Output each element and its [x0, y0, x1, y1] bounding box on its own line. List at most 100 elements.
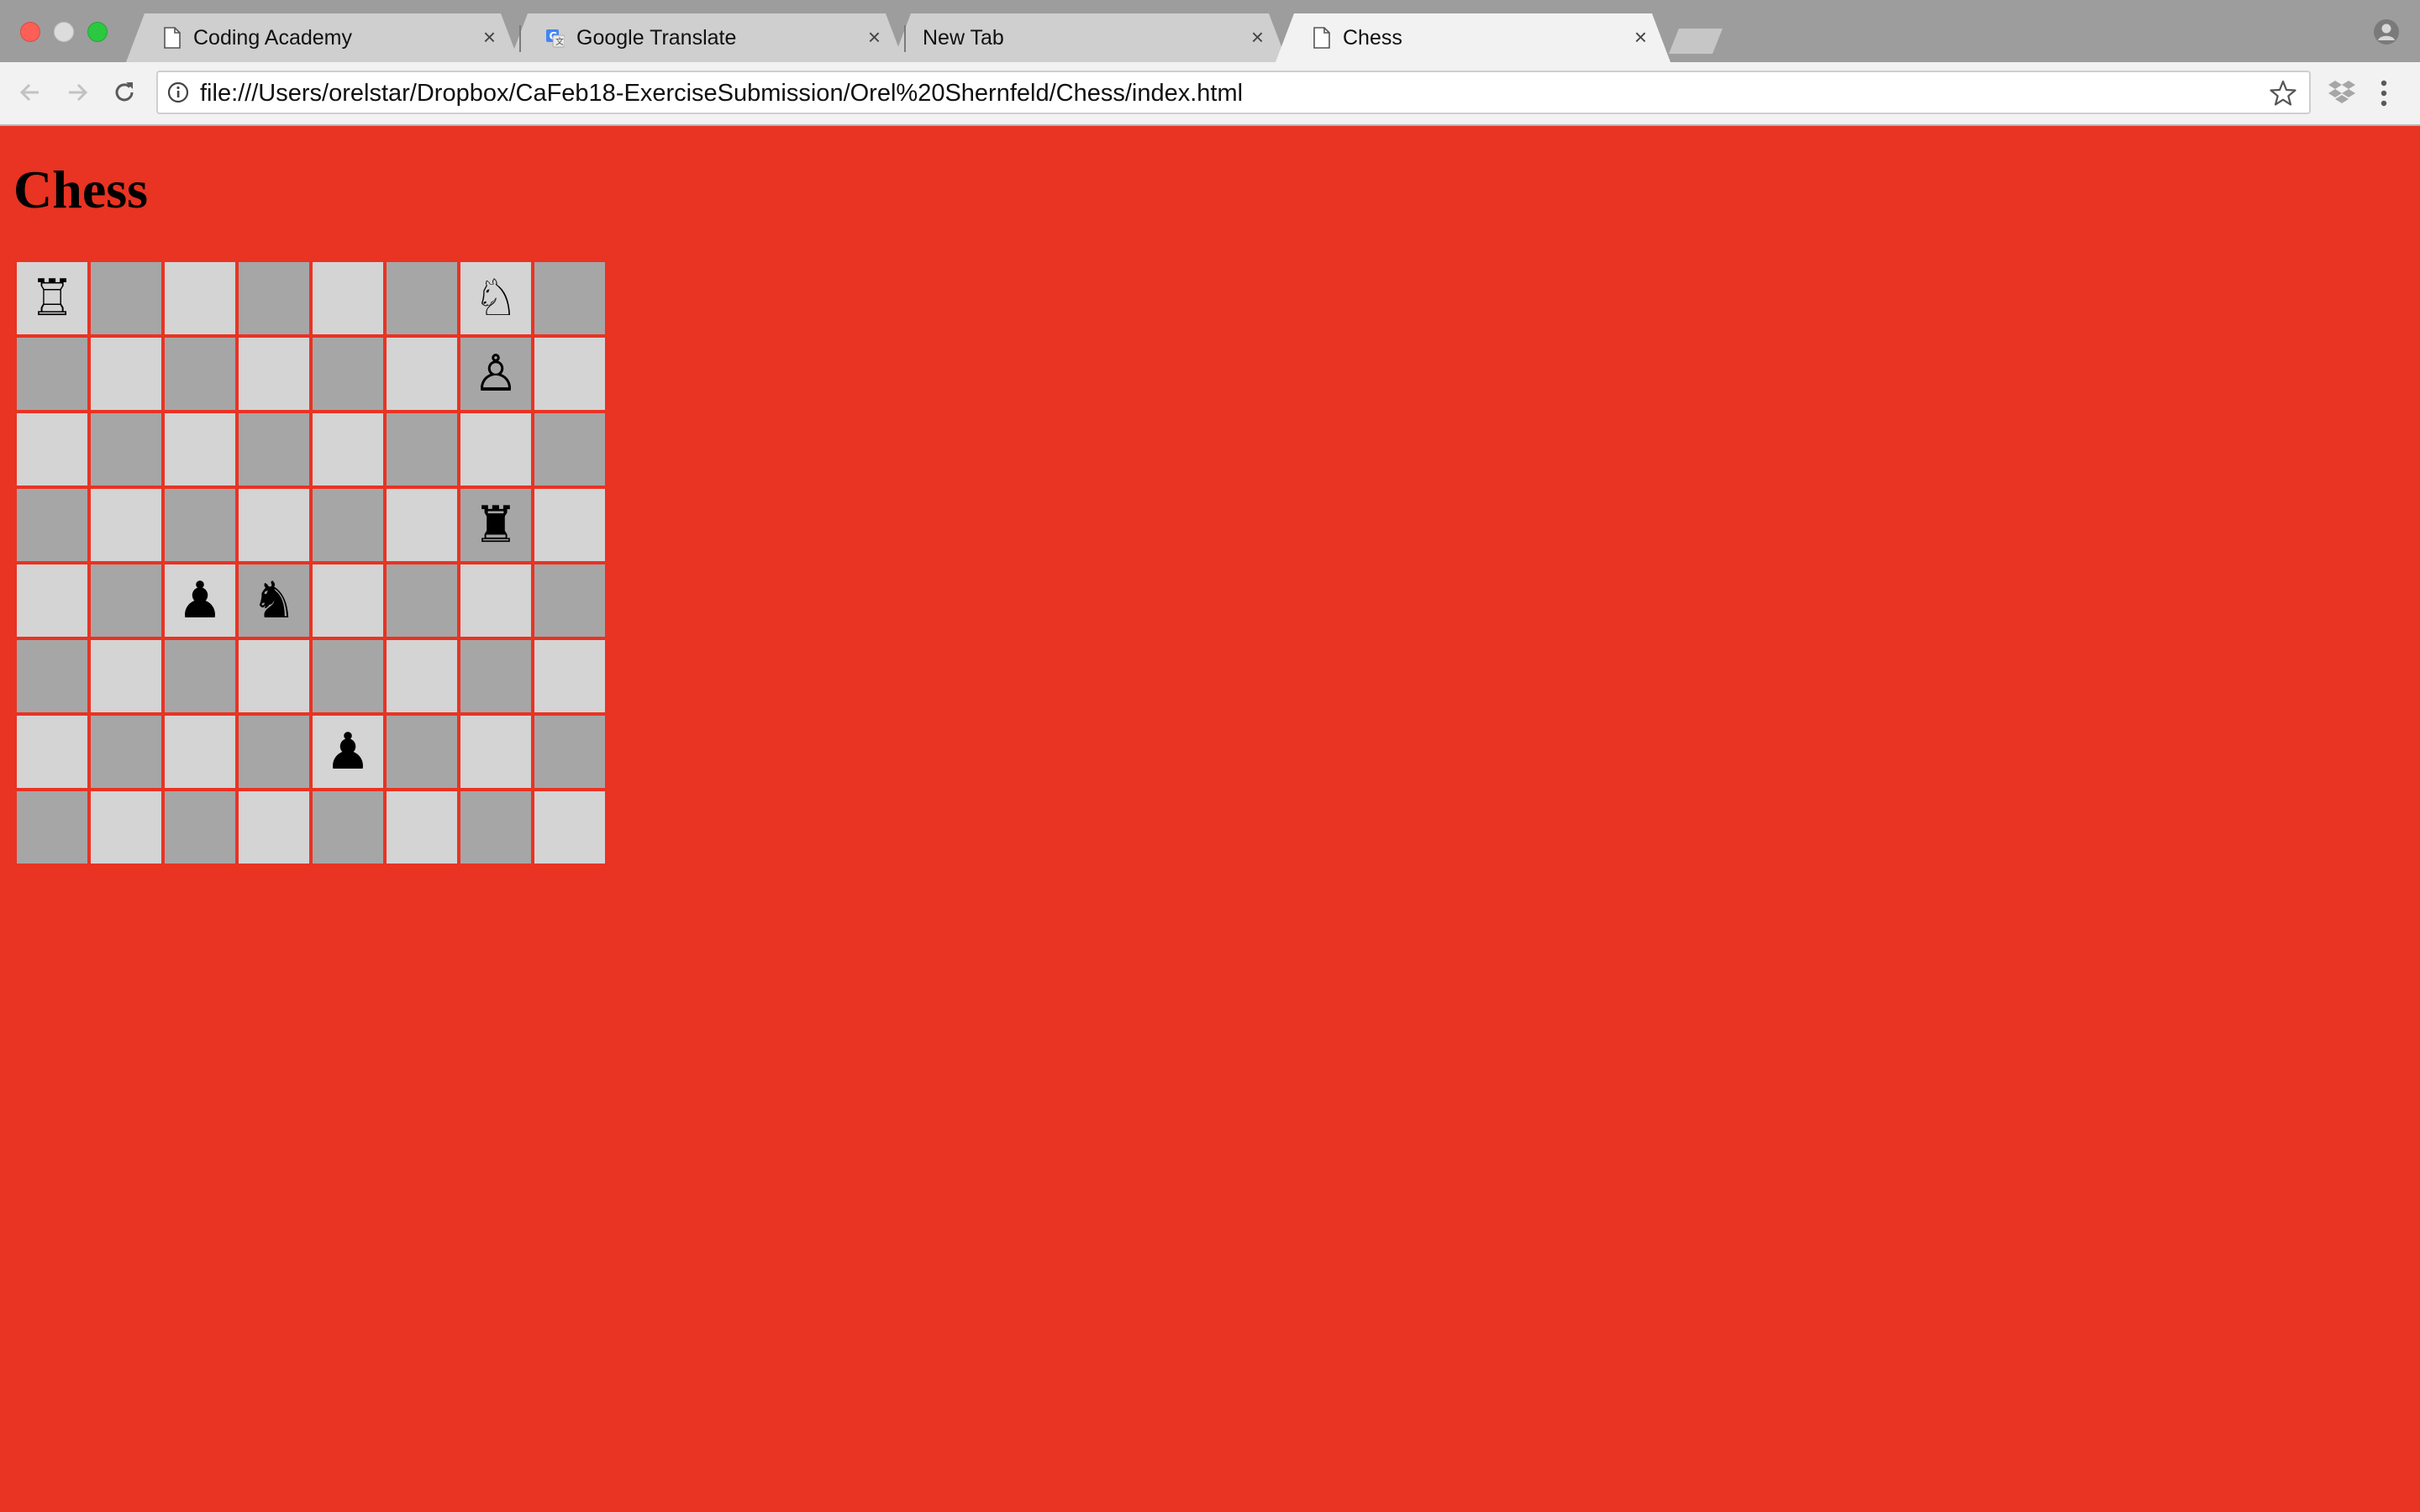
board-square[interactable]	[387, 262, 457, 334]
board-square[interactable]	[387, 413, 457, 486]
board-square[interactable]	[313, 262, 383, 334]
board-square[interactable]	[17, 640, 87, 712]
url-text[interactable]: file:///Users/orelstar/Dropbox/CaFeb18-E…	[200, 80, 1243, 108]
board-square[interactable]	[165, 262, 235, 334]
board-square[interactable]	[239, 640, 309, 712]
board-row: ♖ ♘	[17, 262, 605, 334]
board-square[interactable]	[313, 338, 383, 410]
board-square[interactable]	[91, 262, 161, 334]
board-square[interactable]	[91, 489, 161, 561]
browser-toolbar: file:///Users/orelstar/Dropbox/CaFeb18-E…	[0, 62, 2420, 126]
board-square[interactable]	[534, 640, 605, 712]
square-black-knight[interactable]: ♞	[239, 564, 309, 637]
more-menu-icon[interactable]	[2378, 77, 2390, 109]
board-square[interactable]	[313, 791, 383, 864]
window-minimize-button[interactable]	[54, 22, 74, 42]
board-square[interactable]	[17, 489, 87, 561]
board-square[interactable]	[17, 791, 87, 864]
info-icon[interactable]	[166, 81, 190, 104]
tab-title: New Tab	[923, 26, 1004, 50]
dropbox-icon[interactable]	[2328, 79, 2356, 106]
board-square[interactable]	[17, 413, 87, 486]
board-square[interactable]	[534, 716, 605, 788]
board-square[interactable]	[91, 791, 161, 864]
board-square[interactable]	[165, 716, 235, 788]
address-bar[interactable]: file:///Users/orelstar/Dropbox/CaFeb18-E…	[156, 71, 2311, 114]
window-zoom-button[interactable]	[87, 22, 108, 42]
board-square[interactable]	[17, 338, 87, 410]
square-black-pawn[interactable]: ♟	[313, 716, 383, 788]
page-title: Chess	[13, 160, 149, 219]
close-icon[interactable]: ×	[1251, 25, 1264, 49]
board-square[interactable]	[91, 640, 161, 712]
board-square[interactable]	[239, 716, 309, 788]
board-row	[17, 791, 605, 864]
board-square[interactable]	[91, 338, 161, 410]
board-square[interactable]	[313, 489, 383, 561]
board-square[interactable]	[17, 716, 87, 788]
tab-google-translate[interactable]: G 文 Google Translate ×	[509, 13, 904, 62]
board-square[interactable]	[165, 413, 235, 486]
close-icon[interactable]: ×	[1634, 25, 1647, 49]
tab-title: Google Translate	[576, 26, 737, 50]
tab-new-tab[interactable]: New Tab ×	[892, 13, 1287, 62]
board-square[interactable]	[460, 716, 531, 788]
board-square[interactable]	[534, 413, 605, 486]
board-square[interactable]	[387, 489, 457, 561]
board-square[interactable]	[313, 564, 383, 637]
board-square[interactable]	[165, 338, 235, 410]
board-square[interactable]	[165, 489, 235, 561]
board-square[interactable]	[313, 413, 383, 486]
close-icon[interactable]: ×	[868, 25, 881, 49]
square-white-knight[interactable]: ♘	[460, 262, 531, 334]
window-close-button[interactable]	[20, 22, 40, 42]
close-icon[interactable]: ×	[483, 25, 496, 49]
board-square[interactable]	[460, 791, 531, 864]
board-square[interactable]	[239, 413, 309, 486]
board-square[interactable]	[534, 564, 605, 637]
square-black-rook[interactable]: ♜	[460, 489, 531, 561]
forward-arrow-icon[interactable]	[62, 77, 92, 108]
board-square[interactable]	[165, 640, 235, 712]
board-square[interactable]	[239, 489, 309, 561]
board-square[interactable]	[91, 716, 161, 788]
board-square[interactable]	[534, 262, 605, 334]
board-square[interactable]	[165, 791, 235, 864]
bookmark-star-icon[interactable]	[2269, 79, 2297, 108]
new-tab-button[interactable]	[1669, 29, 1723, 54]
tab-title: Chess	[1343, 26, 1402, 50]
square-white-rook[interactable]: ♖	[17, 262, 87, 334]
board-square[interactable]	[534, 489, 605, 561]
tab-chess[interactable]: Chess ×	[1276, 13, 1670, 62]
board-square[interactable]	[387, 716, 457, 788]
square-black-pawn[interactable]: ♟	[165, 564, 235, 637]
board-square[interactable]	[239, 791, 309, 864]
tab-coding-academy[interactable]: Coding Academy ×	[126, 13, 519, 62]
board-square[interactable]	[460, 640, 531, 712]
board-square[interactable]	[460, 413, 531, 486]
profile-icon[interactable]	[2373, 18, 2400, 45]
board-square[interactable]	[387, 791, 457, 864]
tab-strip: Coding Academy × G 文 Google Translate × …	[0, 0, 2420, 62]
board-square[interactable]	[387, 564, 457, 637]
tab-title: Coding Academy	[193, 26, 353, 50]
board-row	[17, 640, 605, 712]
google-translate-icon: G 文	[546, 27, 565, 49]
board-square[interactable]	[239, 338, 309, 410]
board-square[interactable]	[17, 564, 87, 637]
square-white-pawn[interactable]: ♙	[460, 338, 531, 410]
reload-icon[interactable]	[109, 77, 139, 108]
tab-divider	[904, 25, 906, 52]
board-square[interactable]	[387, 640, 457, 712]
board-square[interactable]	[91, 413, 161, 486]
board-square[interactable]	[387, 338, 457, 410]
board-square[interactable]	[460, 564, 531, 637]
chess-board: ♖ ♘ ♙ ♜ ♟ ♞ ♟	[13, 259, 608, 867]
board-square[interactable]	[239, 262, 309, 334]
board-square[interactable]	[91, 564, 161, 637]
board-square[interactable]	[313, 640, 383, 712]
page-icon	[163, 27, 182, 49]
back-arrow-icon[interactable]	[15, 77, 45, 108]
board-square[interactable]	[534, 338, 605, 410]
board-square[interactable]	[534, 791, 605, 864]
